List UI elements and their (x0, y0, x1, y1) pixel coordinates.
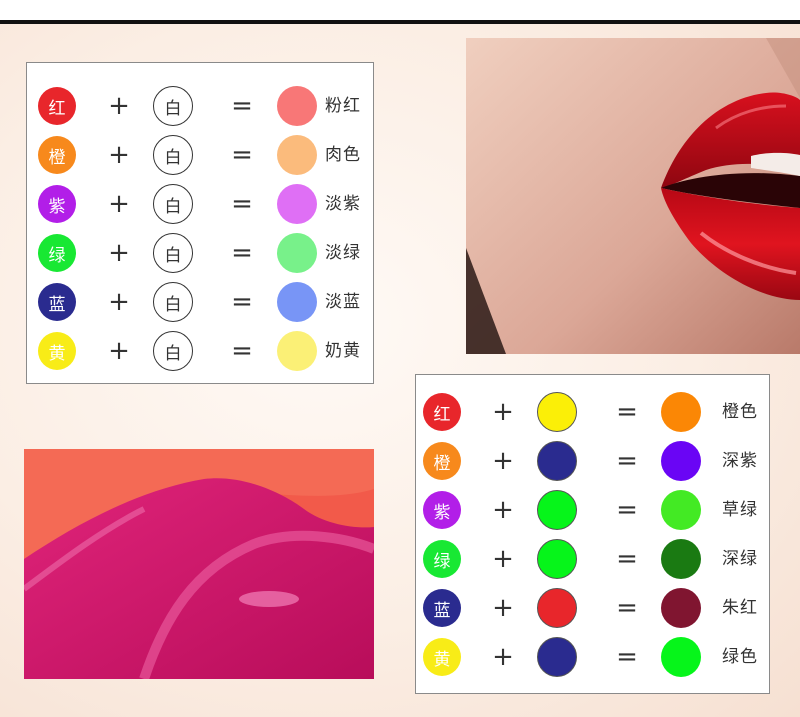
equals-sign: = (231, 140, 253, 170)
equals-sign: = (231, 189, 253, 219)
mix-row: 橙 + = 深紫 (416, 439, 769, 483)
equals-sign: = (231, 91, 253, 121)
result-label: 奶黄 (325, 341, 361, 361)
result-label: 粉红 (325, 96, 361, 116)
plus-sign: + (108, 336, 130, 366)
plus-sign: + (108, 287, 130, 317)
mix-color-circle (537, 588, 577, 628)
base-color-circle: 红 (423, 393, 461, 431)
equals-sign: = (616, 495, 638, 525)
mix-row: 紫 + 白 = 淡紫 (27, 182, 373, 226)
white-color-circle: 白 (153, 184, 193, 224)
base-color-circle: 红 (38, 87, 76, 125)
lips-photo (466, 38, 800, 354)
mix-color-circle (537, 539, 577, 579)
plus-sign: + (108, 189, 130, 219)
mix-row: 蓝 + = 朱红 (416, 586, 769, 630)
result-label: 淡蓝 (325, 292, 361, 312)
plus-sign: + (492, 446, 514, 476)
result-color-circle (661, 588, 701, 628)
equals-sign: = (616, 397, 638, 427)
mix-color-circle (537, 637, 577, 677)
result-color-circle (277, 331, 317, 371)
result-label: 淡绿 (325, 243, 361, 263)
equals-sign: = (231, 336, 253, 366)
white-color-circle: 白 (153, 233, 193, 273)
white-color-circle: 白 (153, 86, 193, 126)
base-color-circle: 蓝 (423, 589, 461, 627)
mix-color-circle (537, 392, 577, 432)
base-color-circle: 蓝 (38, 283, 76, 321)
result-color-circle (661, 539, 701, 579)
top-margin (0, 0, 800, 20)
plus-sign: + (492, 593, 514, 623)
result-color-circle (277, 282, 317, 322)
base-color-circle: 绿 (423, 540, 461, 578)
mix-row: 橙 + 白 = 肉色 (27, 133, 373, 177)
color-mix-chart-pairs: 红 + = 橙色橙 + = 深紫紫 + = 草绿绿 + = 深绿蓝 + = 朱红黄 + = 绿色 (415, 374, 770, 694)
base-color-circle: 橙 (38, 136, 76, 174)
base-color-circle: 紫 (38, 185, 76, 223)
equals-sign: = (616, 593, 638, 623)
mix-row: 红 + 白 = 粉红 (27, 84, 373, 128)
result-color-circle (661, 392, 701, 432)
mix-row: 蓝 + 白 = 淡蓝 (27, 280, 373, 324)
white-color-circle: 白 (153, 331, 193, 371)
result-color-circle (277, 233, 317, 273)
result-label: 深紫 (722, 451, 758, 471)
plus-sign: + (108, 91, 130, 121)
result-label: 草绿 (722, 500, 758, 520)
result-label: 深绿 (722, 549, 758, 569)
result-color-circle (277, 86, 317, 126)
lips-illustration (466, 38, 800, 354)
equals-sign: = (616, 642, 638, 672)
mix-row: 绿 + = 深绿 (416, 537, 769, 581)
mix-row: 黄 + 白 = 奶黄 (27, 329, 373, 373)
plus-sign: + (108, 238, 130, 268)
mix-row: 黄 + = 绿色 (416, 635, 769, 679)
mix-row: 红 + = 橙色 (416, 390, 769, 434)
base-color-circle: 黄 (38, 332, 76, 370)
result-color-circle (661, 637, 701, 677)
equals-sign: = (231, 238, 253, 268)
base-color-circle: 黄 (423, 638, 461, 676)
result-color-circle (661, 490, 701, 530)
result-color-circle (661, 441, 701, 481)
mix-color-circle (537, 441, 577, 481)
equals-sign: = (231, 287, 253, 317)
equals-sign: = (616, 446, 638, 476)
equals-sign: = (616, 544, 638, 574)
lipstick-swirl-photo (24, 449, 374, 679)
swirl-illustration (24, 449, 374, 679)
mix-row: 绿 + 白 = 淡绿 (27, 231, 373, 275)
result-label: 朱红 (722, 598, 758, 618)
plus-sign: + (492, 397, 514, 427)
mix-color-circle (537, 490, 577, 530)
plus-sign: + (108, 140, 130, 170)
top-divider (0, 20, 800, 24)
result-label: 橙色 (722, 402, 758, 422)
base-color-circle: 橙 (423, 442, 461, 480)
mix-row: 紫 + = 草绿 (416, 488, 769, 532)
result-color-circle (277, 184, 317, 224)
color-mix-chart-white: 红 + 白 = 粉红橙 + 白 = 肉色紫 + 白 = 淡紫绿 + 白 = 淡绿蓝 + 白 = 淡蓝黄 + 白 = 奶黄 (26, 62, 374, 384)
plus-sign: + (492, 642, 514, 672)
white-color-circle: 白 (153, 282, 193, 322)
base-color-circle: 紫 (423, 491, 461, 529)
plus-sign: + (492, 495, 514, 525)
result-label: 肉色 (325, 145, 361, 165)
plus-sign: + (492, 544, 514, 574)
base-color-circle: 绿 (38, 234, 76, 272)
result-label: 淡紫 (325, 194, 361, 214)
result-color-circle (277, 135, 317, 175)
white-color-circle: 白 (153, 135, 193, 175)
result-label: 绿色 (722, 647, 758, 667)
